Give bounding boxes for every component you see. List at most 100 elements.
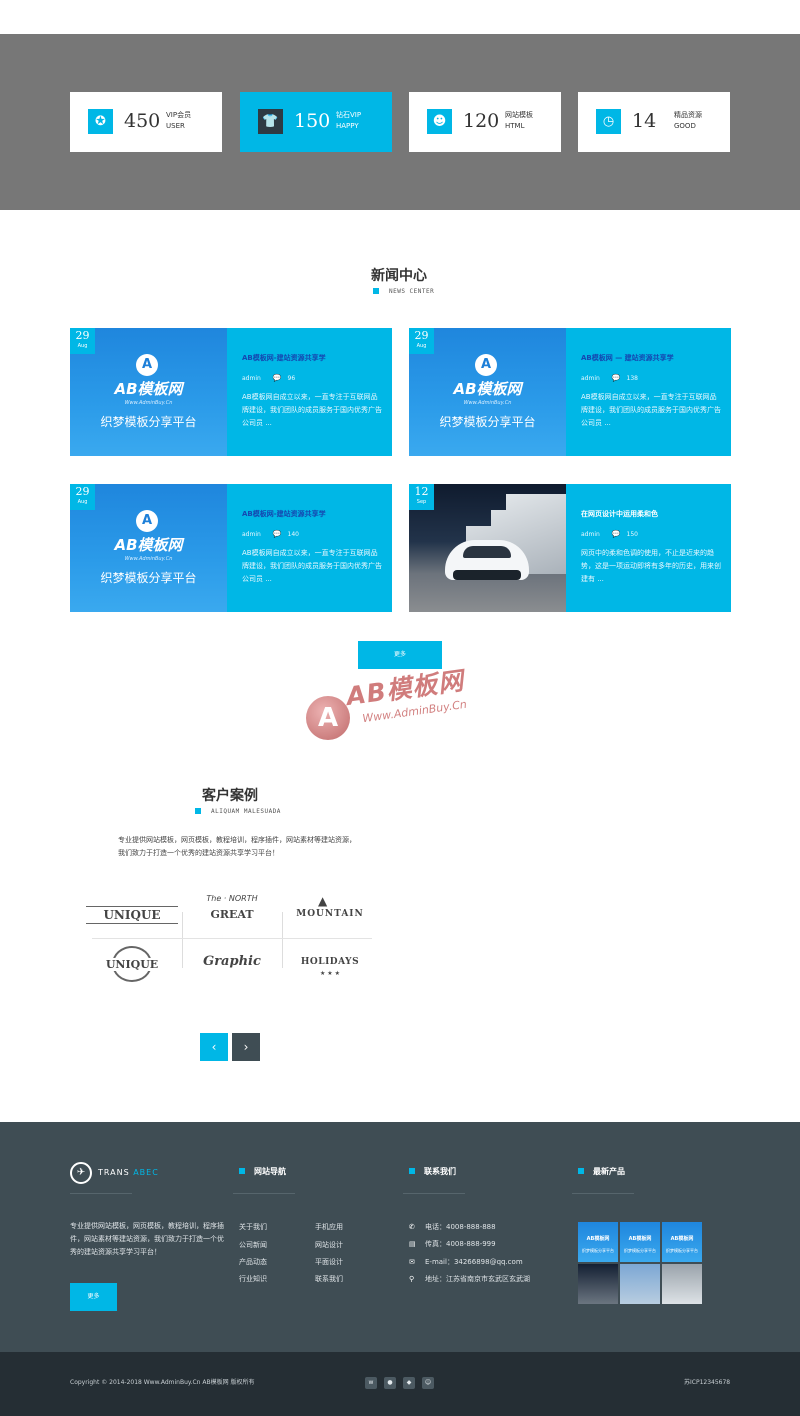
clients-section-subtitle: ALIQUAM MALESUADA [195, 808, 281, 816]
footer-link[interactable]: 产品动态 [239, 1256, 267, 1268]
news-comment-count: 140 [287, 531, 299, 538]
stat-card-vip[interactable]: ✪ 450 VIP会员 USER [70, 92, 222, 152]
product-brand: AB模板网 [586, 1236, 610, 1242]
news-thumbnail[interactable]: A AB模板网 Www.AdminBuy.Cn 织梦模板分享平台 29 Aug [409, 328, 566, 456]
stat-label-cn: 精品资源 [674, 111, 702, 119]
news-more-button[interactable]: 更多 [358, 641, 442, 669]
footer-link[interactable]: 行业知识 [239, 1273, 267, 1285]
thumb-slogan: 织梦模板分享平台 [100, 571, 197, 585]
footer-link[interactable]: 手机应用 [315, 1221, 343, 1233]
stat-card-diamond[interactable]: 👕 150 钻石VIP HAPPY [240, 92, 392, 152]
news-meta: admin 💬 140 [242, 530, 382, 539]
news-comment-count: 96 [287, 375, 296, 382]
news-section-subtitle: NEWS CENTER [373, 288, 434, 296]
news-author: admin [242, 375, 261, 382]
stats-band: ✪ 450 VIP会员 USER 👕 150 钻石VIP HAPPY ☻ 120 网… [0, 34, 800, 210]
news-excerpt: AB模板网自成立以来，一直专注于互联网品牌建设，我们团队的成员服务于国内优秀广告… [242, 549, 382, 583]
clients-section-title: 客户案例 [202, 788, 258, 804]
product-slogan: 织梦模板分享平台 [624, 1248, 656, 1253]
watermark-logo: A AB模板网 Www.AdminBuy.Cn [302, 666, 502, 742]
thumb-brand: AB模板网 [114, 380, 183, 398]
news-card[interactable]: 12 Sep 在网页设计中运用柔和色 admin 💬 150 网页中的柔和色调的使用，… [409, 484, 731, 612]
client-logo-graphic[interactable]: Graphic [186, 944, 278, 988]
date-badge: 12 Sep [409, 484, 434, 510]
user-icon[interactable]: ☺ [422, 1377, 434, 1389]
contact-address: ⚲ 地址：江苏省南京市玄武区玄武湖 [409, 1273, 530, 1285]
footer-link[interactable]: 平面设计 [315, 1256, 343, 1268]
footer-products-title: 最新产品 [578, 1166, 625, 1178]
client-logo-holidays[interactable]: HOLIDAYS ★ ★ ★ [284, 944, 376, 988]
footer-products-title-text: 最新产品 [593, 1167, 625, 1176]
footer-more-button[interactable]: 更多 [70, 1283, 117, 1311]
date-month: Sep [416, 499, 427, 505]
footer-link[interactable]: 公司新闻 [239, 1239, 267, 1251]
stat-label-en: USER [166, 122, 185, 130]
product-thumb-car[interactable] [578, 1264, 618, 1304]
footer-link[interactable]: 关于我们 [239, 1221, 267, 1233]
stat-label: 精品资源 GOOD [674, 110, 702, 132]
product-brand: AB模板网 [628, 1236, 652, 1242]
weibo-icon[interactable]: w [365, 1377, 377, 1389]
client-logo-unique[interactable]: UNIQUE [86, 892, 178, 936]
client-logo-unique-badge[interactable]: UNIQUE [86, 944, 178, 988]
stat-card-resources[interactable]: ◷ 14 精品资源 GOOD [578, 92, 730, 152]
wechat-icon[interactable]: ● [384, 1377, 396, 1389]
tshirt-icon: 👕 [258, 109, 283, 134]
stat-label-en: HTML [505, 122, 525, 130]
news-thumbnail-car-photo[interactable]: 12 Sep [409, 484, 566, 612]
logo-text-main: TRANS [98, 1168, 130, 1177]
stat-number: 450 [124, 110, 161, 132]
news-title-link[interactable]: AB模板网-建站资源共享学 [242, 509, 382, 519]
thumb-slogan: 织梦模板分享平台 [100, 415, 197, 429]
client-logo-mountain[interactable]: MOUNTAIN ▲ [284, 892, 376, 936]
news-excerpt: AB模板网自成立以来，一直专注于互联网品牌建设，我们团队的成员服务于国内优秀广告… [581, 393, 721, 427]
product-thumb-car-white[interactable] [662, 1264, 702, 1304]
stat-card-templates[interactable]: ☻ 120 网站模板 HTML [409, 92, 561, 152]
client-logo-great-north[interactable]: The · NORTH GREAT [186, 890, 278, 934]
qq-icon[interactable]: ◆ [403, 1377, 415, 1389]
square-bullet-icon [239, 1168, 245, 1174]
product-thumb-buildings[interactable] [620, 1264, 660, 1304]
square-bullet-icon [409, 1168, 415, 1174]
product-slogan: 织梦模板分享平台 [582, 1248, 614, 1253]
stat-label-en: GOOD [674, 122, 696, 130]
news-card[interactable]: A AB模板网 Www.AdminBuy.Cn 织梦模板分享平台 29 Aug A… [70, 484, 392, 612]
carousel-prev-button[interactable]: ‹ [200, 1033, 228, 1061]
footer-contact-title: 联系我们 [409, 1166, 456, 1178]
thumb-url: Www.AdminBuy.Cn [124, 556, 173, 562]
logo-subtext: The · NORTH [206, 894, 258, 903]
date-badge: 29 Aug [70, 484, 95, 510]
footer-link[interactable]: 网站设计 [315, 1239, 343, 1251]
contact-phone: ✆ 电话：4008-888-888 [409, 1221, 496, 1233]
news-title-link[interactable]: 在网页设计中运用柔和色 [581, 509, 721, 519]
footer-divider [572, 1193, 634, 1194]
date-day: 29 [75, 329, 90, 342]
date-badge: 29 Aug [409, 328, 434, 354]
product-thumb[interactable]: AB模板网织梦模板分享平台 [578, 1222, 618, 1262]
news-title-link[interactable]: AB模板网-建站资源共享学 [242, 353, 382, 363]
news-card[interactable]: A AB模板网 Www.AdminBuy.Cn 织梦模板分享平台 29 Aug A… [70, 328, 392, 456]
news-thumbnail[interactable]: A AB模板网 Www.AdminBuy.Cn 织梦模板分享平台 29 Aug [70, 484, 227, 612]
footer-divider [233, 1193, 295, 1194]
product-thumb[interactable]: AB模板网 织梦模板分享平台 [662, 1222, 702, 1262]
footer-link[interactable]: 联系我们 [315, 1273, 343, 1285]
divider [282, 912, 283, 968]
comment-icon: 💬 [272, 530, 282, 538]
ab-logo-icon: A [475, 354, 497, 376]
logo-text: UNIQUE [86, 906, 178, 924]
news-title-link[interactable]: AB模板网 — 建站资源共享学 [581, 353, 721, 363]
stat-label-cn: 钻石VIP [336, 111, 362, 119]
logo-text: UNIQUE [86, 958, 178, 971]
stat-label-cn: VIP会员 [166, 111, 192, 119]
news-card[interactable]: A AB模板网 Www.AdminBuy.Cn 织梦模板分享平台 29 Aug A… [409, 328, 731, 456]
news-thumbnail[interactable]: A AB模板网 Www.AdminBuy.Cn 织梦模板分享平台 29 Aug [70, 328, 227, 456]
logo-text: GREAT [210, 908, 254, 921]
news-meta: admin 💬 138 [581, 374, 721, 383]
news-author: admin [581, 531, 600, 538]
news-author: admin [581, 375, 600, 382]
carousel-next-button[interactable]: › [232, 1033, 260, 1061]
product-brand: AB模板网 [670, 1236, 694, 1242]
product-thumb[interactable]: AB模板网织梦模板分享平台 [620, 1222, 660, 1262]
watermark-a-icon: A [306, 696, 350, 740]
comment-icon: 💬 [611, 374, 621, 382]
